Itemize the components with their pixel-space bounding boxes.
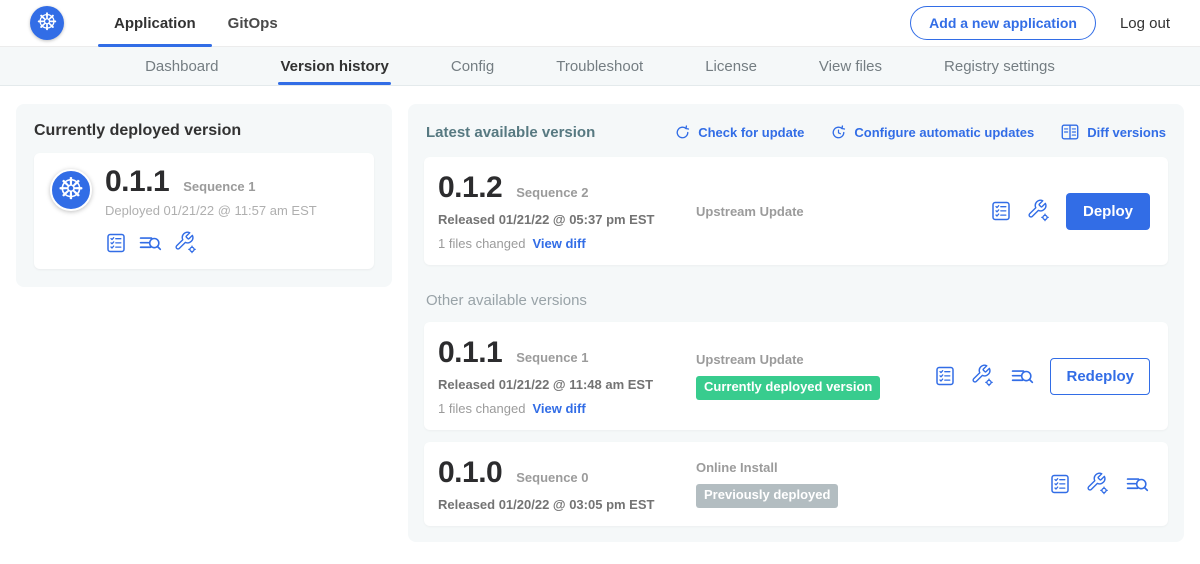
version-row-0-1-0: 0.1.0 Sequence 0 Released 01/20/22 @ 03:… [424, 442, 1168, 526]
version-actions: Deploy [990, 193, 1154, 230]
check-for-update-label: Check for update [698, 125, 804, 140]
released-timestamp: Released 01/21/22 @ 05:37 pm EST [438, 212, 696, 227]
refresh-icon [674, 124, 691, 141]
subnav-item-license[interactable]: License [703, 47, 759, 85]
deploy-logs-icon[interactable] [1010, 365, 1035, 388]
released-timestamp: Released 01/20/22 @ 03:05 pm EST [438, 497, 696, 512]
version-number: 0.1.2 [438, 173, 502, 203]
version-number: 0.1.1 [438, 338, 502, 368]
app-subnav: Dashboard Version history Config Trouble… [0, 47, 1200, 86]
version-info: 0.1.0 Sequence 0 Released 01/20/22 @ 03:… [438, 456, 696, 512]
header-tab-application-label: Application [114, 15, 196, 32]
main-content: Currently deployed version ☸ 0.1.1 Seque… [0, 86, 1200, 560]
deployed-card-title: Currently deployed version [34, 122, 374, 140]
deploy-logs-icon[interactable] [138, 232, 163, 255]
redeploy-button[interactable]: Redeploy [1050, 358, 1150, 395]
history-clock-icon [830, 124, 847, 141]
release-notes-icon[interactable] [990, 200, 1012, 222]
files-changed-label: 1 files changed [438, 236, 525, 251]
deployed-sequence-label: Sequence 1 [183, 179, 255, 194]
subnav-item-version-history[interactable]: Version history [278, 47, 390, 85]
panel-header: Latest available version Check for updat… [426, 122, 1166, 142]
configure-automatic-updates-label: Configure automatic updates [854, 125, 1034, 140]
version-row-0-1-1: 0.1.1 Sequence 1 Released 01/21/22 @ 11:… [424, 322, 1168, 430]
edit-config-icon[interactable] [1027, 199, 1051, 223]
source-label: Upstream Update [696, 204, 990, 219]
application-icon: ☸ [50, 169, 92, 211]
currently-deployed-badge: Currently deployed version [696, 376, 880, 399]
version-info: 0.1.2 Sequence 2 Released 01/21/22 @ 05:… [438, 171, 696, 251]
kubernetes-logo-icon: ☸ [30, 6, 64, 40]
edit-config-icon[interactable] [1086, 472, 1110, 496]
deploy-logs-icon[interactable] [1125, 473, 1150, 496]
subnav-item-config[interactable]: Config [449, 47, 496, 85]
subnav-item-view-files[interactable]: View files [817, 47, 884, 85]
deployed-timestamp: Deployed 01/21/22 @ 11:57 am EST [105, 203, 317, 218]
version-status: Online Install Previously deployed [696, 460, 1049, 507]
sequence-label: Sequence 2 [516, 185, 588, 200]
subnav-item-troubleshoot[interactable]: Troubleshoot [554, 47, 645, 85]
diff-versions-link[interactable]: Diff versions [1060, 122, 1166, 142]
subnav-item-registry-settings[interactable]: Registry settings [942, 47, 1057, 85]
view-diff-link[interactable]: View diff [532, 401, 585, 416]
version-actions [1049, 472, 1154, 496]
version-history-panel: Latest available version Check for updat… [408, 104, 1184, 542]
logout-button[interactable]: Log out [1120, 15, 1170, 32]
edit-config-icon[interactable] [174, 231, 198, 255]
panel-actions: Check for update Configure automatic upd… [674, 122, 1166, 142]
currently-deployed-card: Currently deployed version ☸ 0.1.1 Seque… [16, 104, 392, 287]
diff-versions-label: Diff versions [1087, 125, 1166, 140]
deployed-version-number: 0.1.1 [105, 167, 169, 197]
released-timestamp: Released 01/21/22 @ 11:48 am EST [438, 377, 696, 392]
configure-automatic-updates-link[interactable]: Configure automatic updates [830, 122, 1034, 142]
source-label: Online Install [696, 460, 1049, 475]
view-diff-link[interactable]: View diff [532, 236, 585, 251]
sequence-label: Sequence 1 [516, 350, 588, 365]
deployed-version-card: ☸ 0.1.1 Sequence 1 Deployed 01/21/22 @ 1… [34, 153, 374, 269]
diff-icon [1060, 122, 1080, 142]
subnav-item-dashboard[interactable]: Dashboard [143, 47, 220, 85]
add-application-button[interactable]: Add a new application [910, 6, 1096, 40]
files-changed-label: 1 files changed [438, 401, 525, 416]
edit-config-icon[interactable] [971, 364, 995, 388]
header-tab-application[interactable]: Application [98, 0, 212, 47]
deployed-version-info: 0.1.1 Sequence 1 Deployed 01/21/22 @ 11:… [105, 167, 317, 255]
app-header: ☸ Application GitOps Add a new applicati… [0, 0, 1200, 47]
header-tab-gitops-label: GitOps [228, 15, 278, 32]
source-label: Upstream Update [696, 352, 934, 367]
check-for-update-link[interactable]: Check for update [674, 122, 804, 142]
header-right: Add a new application Log out [910, 6, 1170, 40]
latest-version-title: Latest available version [426, 124, 595, 141]
version-status: Upstream Update Currently deployed versi… [696, 352, 934, 399]
version-status: Upstream Update [696, 204, 990, 219]
version-row-0-1-2: 0.1.2 Sequence 2 Released 01/21/22 @ 05:… [424, 157, 1168, 265]
version-info: 0.1.1 Sequence 1 Released 01/21/22 @ 11:… [438, 336, 696, 416]
header-tabs: Application GitOps [98, 0, 294, 47]
previously-deployed-badge: Previously deployed [696, 484, 838, 507]
sequence-label: Sequence 0 [516, 470, 588, 485]
deploy-button[interactable]: Deploy [1066, 193, 1150, 230]
version-number: 0.1.0 [438, 458, 502, 488]
other-versions-title: Other available versions [426, 292, 1166, 309]
release-notes-icon[interactable] [105, 232, 127, 254]
subnav-items: Dashboard Version history Config Trouble… [143, 47, 1057, 85]
header-tab-gitops[interactable]: GitOps [212, 0, 294, 47]
version-actions: Redeploy [934, 358, 1154, 395]
release-notes-icon[interactable] [934, 365, 956, 387]
release-notes-icon[interactable] [1049, 473, 1071, 495]
